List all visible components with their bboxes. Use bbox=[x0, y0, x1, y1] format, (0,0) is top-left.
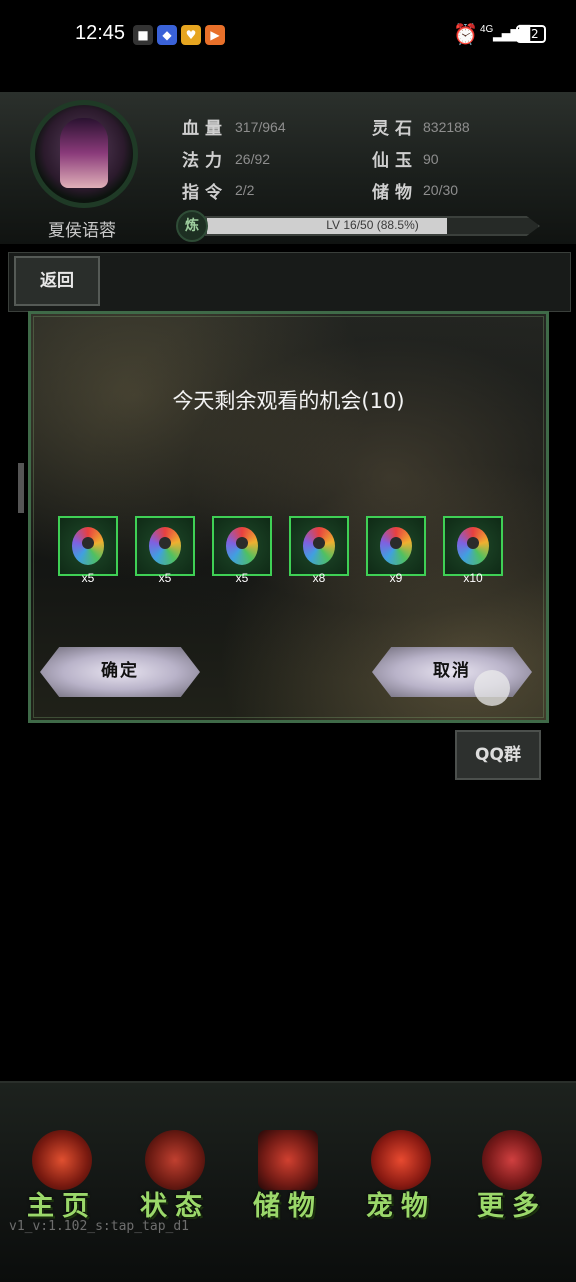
stat-label-orders: 指令 bbox=[182, 183, 228, 203]
app-icon-blue: ◆ bbox=[157, 25, 177, 45]
side-handle[interactable] bbox=[18, 463, 24, 513]
nav-label-more: 更多 bbox=[477, 1191, 547, 1222]
reward-slot[interactable] bbox=[135, 516, 195, 576]
stat-value-orders: 2/2 bbox=[235, 182, 255, 198]
confirm-button[interactable]: 确定 bbox=[40, 647, 200, 697]
reward-quantity: x10 bbox=[463, 571, 483, 585]
alarm-icon: ⏰ bbox=[453, 22, 478, 46]
nav-label-pet: 宠物 bbox=[366, 1191, 436, 1222]
spirit-gem-icon bbox=[226, 527, 258, 565]
spirit-gem-icon bbox=[303, 527, 335, 565]
qq-group-button[interactable]: QQ群 bbox=[455, 730, 541, 780]
stat-value-mp: 26/92 bbox=[235, 151, 271, 167]
stat-value-jade: 90 bbox=[423, 151, 439, 167]
nav-label-storage: 储物 bbox=[253, 1191, 323, 1222]
avatar-portrait bbox=[60, 118, 108, 188]
stat-label-spirit-stone: 灵石 bbox=[372, 119, 418, 139]
nav-item-more[interactable]: 更多 bbox=[464, 1130, 560, 1230]
network-type: 4G bbox=[480, 24, 494, 35]
status-time: 12:45 bbox=[75, 22, 126, 44]
back-button[interactable]: 返回 bbox=[14, 256, 100, 306]
status-emblem-icon bbox=[145, 1130, 205, 1190]
app-icon-yellow: ♥ bbox=[181, 25, 201, 45]
reward-slot[interactable] bbox=[58, 516, 118, 576]
more-emblem-icon bbox=[482, 1130, 542, 1190]
pet-dragon-icon bbox=[371, 1130, 431, 1190]
reward-slot[interactable] bbox=[366, 516, 426, 576]
storage-chest-icon bbox=[258, 1130, 318, 1190]
dialog-title: 今天剩余观看的机会(10) bbox=[172, 389, 405, 413]
touch-indicator bbox=[474, 670, 510, 706]
battery-icon: 12 bbox=[516, 25, 546, 43]
cultivation-badge: 炼 bbox=[176, 210, 208, 242]
exp-text: LV 16/50 (88.5%) bbox=[326, 218, 419, 232]
stat-label-jade: 仙玉 bbox=[372, 151, 418, 171]
reward-quantity: x5 bbox=[81, 571, 95, 585]
nav-item-home[interactable]: 主页 bbox=[14, 1130, 110, 1230]
spirit-gem-icon bbox=[149, 527, 181, 565]
stat-label-mp: 法力 bbox=[182, 151, 228, 171]
reward-slot[interactable] bbox=[289, 516, 349, 576]
home-emblem-icon bbox=[32, 1130, 92, 1190]
nav-label-status: 状态 bbox=[140, 1191, 210, 1222]
reward-slot[interactable] bbox=[443, 516, 503, 576]
stat-value-hp: 317/964 bbox=[235, 119, 286, 135]
stat-value-spirit-stone: 832188 bbox=[423, 119, 470, 135]
camera-icon: ■ bbox=[133, 25, 153, 45]
nav-item-status[interactable]: 状态 bbox=[127, 1130, 223, 1230]
stat-label-hp: 血量 bbox=[182, 119, 228, 139]
reward-quantity: x9 bbox=[389, 571, 403, 585]
nav-label-home: 主页 bbox=[27, 1191, 97, 1222]
spirit-gem-icon bbox=[72, 527, 104, 565]
spirit-gem-icon bbox=[457, 527, 489, 565]
reward-quantity: x5 bbox=[158, 571, 172, 585]
spirit-gem-icon bbox=[380, 527, 412, 565]
reward-quantity: x8 bbox=[312, 571, 326, 585]
stat-label-storage: 储物 bbox=[372, 183, 418, 203]
reward-quantity: x5 bbox=[235, 571, 249, 585]
version-text: v1_v:1.102_s:tap_tap_d1 bbox=[9, 1219, 190, 1234]
reward-slot[interactable] bbox=[212, 516, 272, 576]
app-icon-orange: ▶ bbox=[205, 25, 225, 45]
stat-value-storage: 20/30 bbox=[423, 182, 459, 198]
nav-item-pet[interactable]: 宠物 bbox=[353, 1130, 449, 1230]
player-name: 夏侯语蓉 bbox=[48, 221, 116, 241]
nav-item-storage[interactable]: 储物 bbox=[240, 1130, 336, 1230]
